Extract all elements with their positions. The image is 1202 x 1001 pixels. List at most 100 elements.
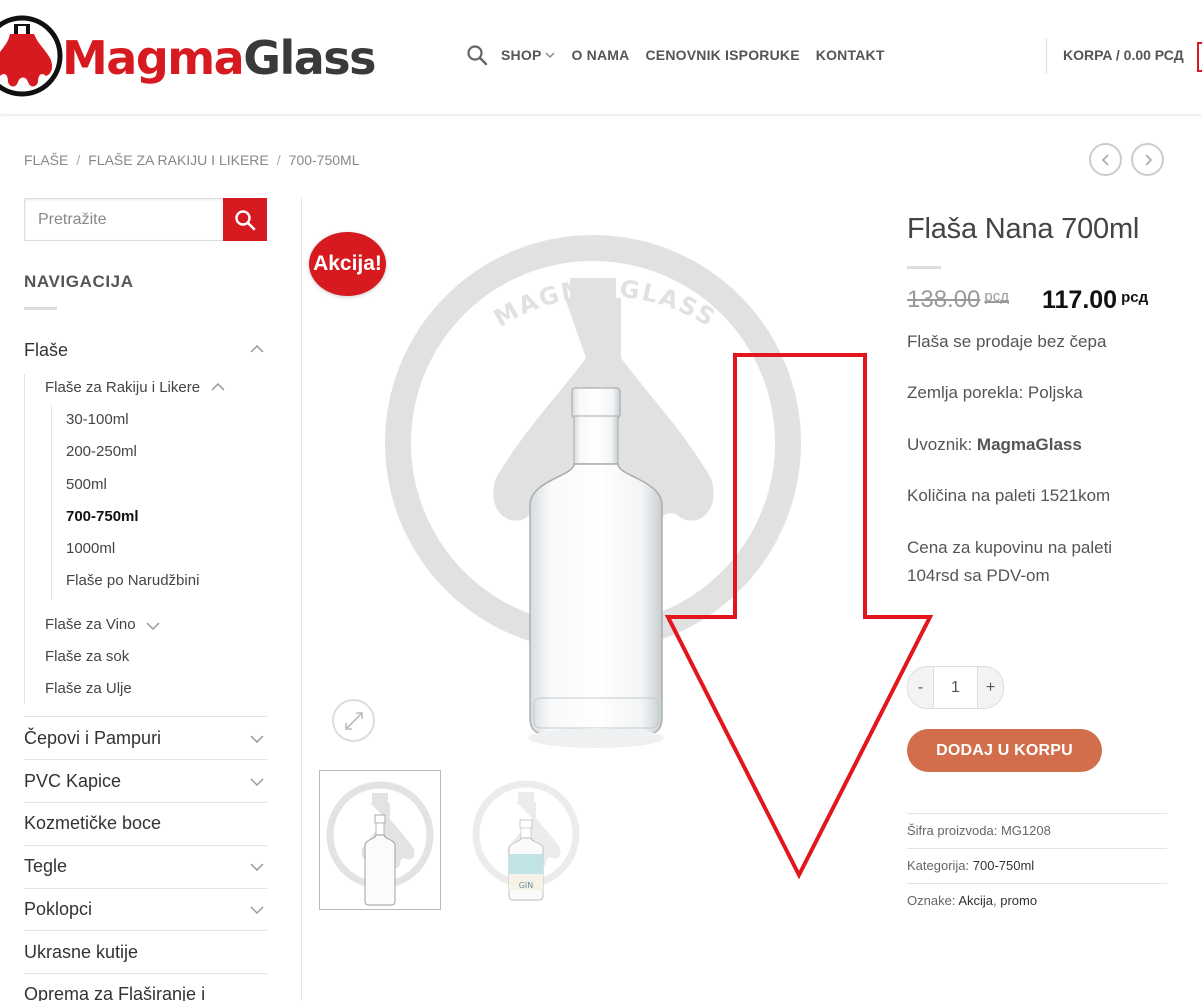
divider [24, 973, 267, 974]
sku-value: MG1208 [1000, 823, 1051, 838]
desc-origin: Zemlja porekla: Poljska [907, 383, 1083, 402]
desc-no-cap: Flaša se prodaje bez čepa [907, 332, 1107, 351]
sidebar-item-vino[interactable]: Flaše za Vino [45, 616, 136, 633]
search-icon [235, 209, 256, 230]
search-button[interactable] [223, 198, 267, 241]
sidebar-item-30-100ml[interactable]: 30-100ml [66, 411, 129, 428]
quantity-stepper: - + [907, 666, 1004, 709]
search-input[interactable] [24, 198, 223, 241]
divider [907, 848, 1167, 849]
bottle-thumbnail-image [326, 781, 434, 906]
sidebar-item-flase[interactable]: Flaše [24, 340, 68, 361]
category-label: Kategorija: [907, 858, 973, 873]
product-sku: Šifra proizvoda: MG1208 [907, 823, 1051, 838]
sidebar-item-custom-bottles[interactable]: Flaše po Narudžbini [66, 572, 199, 589]
breadcrumb-rakija[interactable]: FLAŠE ZA RAKIJU I LIKERE [88, 152, 269, 168]
tag-link-akcija[interactable]: Akcija [958, 893, 993, 908]
submenu-line [51, 405, 52, 600]
desc-pallet-qty: Količina na paleti 1521kom [907, 486, 1111, 505]
sidebar-item-rakija[interactable]: Flaše za Rakiju i Likere [45, 379, 200, 396]
logo-text-magma: Magma [62, 31, 245, 85]
sidebar-item-kutije[interactable]: Ukrasne kutije [24, 942, 138, 963]
sidebar-item-ulje[interactable]: Flaše za Ulje [45, 680, 132, 697]
breadcrumb-current[interactable]: 700-750ML [289, 152, 360, 168]
tags-label: Oznake: [907, 893, 959, 908]
chevron-right-icon [1144, 153, 1152, 166]
product-main-image[interactable]: MAGMA GLASS [320, 198, 865, 758]
sidebar-item-poklopci[interactable]: Poklopci [24, 899, 92, 920]
search-icon[interactable] [466, 44, 488, 66]
old-price-value: 138.00 [907, 286, 981, 313]
quantity-minus-button[interactable]: - [908, 667, 933, 708]
quantity-input[interactable] [933, 667, 978, 708]
divider [24, 759, 267, 760]
sidebar-item-pvc[interactable]: PVC Kapice [24, 771, 121, 792]
sidebar-item-500ml[interactable]: 500ml [66, 476, 107, 493]
sale-price: 117.00 рсд [1042, 286, 1148, 315]
nav-shop-label: SHOP [501, 47, 542, 63]
cart-count-icon[interactable] [1197, 42, 1202, 72]
gin-label-text: GIN [519, 881, 534, 890]
sidebar-item-kozmeticke[interactable]: Kozmetičke boce [24, 813, 161, 834]
chevron-down-icon[interactable] [146, 621, 160, 631]
divider [907, 883, 1167, 884]
nav-about[interactable]: O NAMA [571, 47, 629, 63]
divider [24, 802, 267, 803]
expand-icon [344, 711, 363, 730]
site-logo[interactable]: MagmaGlass [0, 4, 377, 108]
sale-badge: Akcija! [309, 232, 386, 296]
chevron-down-icon [545, 52, 555, 58]
sidebar-item-1000ml[interactable]: 1000ml [66, 540, 115, 557]
divider [24, 845, 267, 846]
old-price-currency: рсд [984, 288, 1010, 305]
sku-label: Šifra proizvoda: [907, 823, 1001, 838]
importer-value: MagmaGlass [976, 435, 1082, 454]
sidebar-item-oprema[interactable]: Oprema za Flaširanje i [24, 984, 205, 1001]
chevron-down-icon[interactable] [250, 862, 264, 872]
quantity-plus-button[interactable]: + [978, 667, 1003, 708]
cart-link[interactable]: KORPA / 0.00 РСД [1063, 47, 1184, 63]
sidebar-item-cepovi[interactable]: Čepovi i Pampuri [24, 728, 161, 749]
desc-importer: Uvoznik: MagmaGlass [907, 431, 1082, 459]
sidebar-item-700-750ml[interactable]: 700-750ml [66, 508, 139, 525]
chevron-down-icon[interactable] [250, 777, 264, 787]
gin-bottle-thumbnail-image: GIN [472, 780, 580, 901]
breadcrumb-separator: / [276, 152, 281, 168]
chevron-down-icon[interactable] [250, 905, 264, 915]
title-underline [907, 266, 941, 269]
next-product-button[interactable] [1131, 143, 1164, 176]
tag-link-promo[interactable]: promo [1000, 893, 1037, 908]
product-category: Kategorija: 700-750ml [907, 858, 1034, 873]
sidebar-search [24, 198, 267, 241]
sale-price-value: 117.00 [1042, 286, 1118, 314]
product-thumbnail-2[interactable]: GIN [466, 770, 588, 910]
breadcrumb: FLAŠE / FLAŠE ZA RAKIJU I LIKERE / 700-7… [24, 152, 359, 168]
sidebar-divider [301, 198, 302, 1001]
chevron-down-icon[interactable] [250, 734, 264, 744]
divider [24, 716, 267, 717]
chevron-up-icon[interactable] [211, 382, 225, 392]
nav-contact[interactable]: KONTAKT [816, 47, 885, 63]
chevron-up-icon[interactable] [250, 344, 264, 354]
divider [24, 888, 267, 889]
importer-label: Uvoznik: [907, 435, 977, 454]
magma-logo-icon [0, 15, 63, 97]
sidebar-item-sok[interactable]: Flaše za sok [45, 648, 129, 665]
zoom-button[interactable] [332, 699, 375, 742]
product-thumbnail-1[interactable] [319, 770, 441, 910]
category-link[interactable]: 700-750ml [973, 858, 1034, 873]
nav-shipping-prices[interactable]: CENOVNIK ISPORUKE [645, 47, 799, 63]
sidebar-item-200-250ml[interactable]: 200-250ml [66, 443, 137, 460]
product-title: Flaša Nana 700ml [907, 213, 1140, 245]
add-to-cart-button[interactable]: DODAJ U KORPU [907, 729, 1102, 772]
breadcrumb-flase[interactable]: FLAŠE [24, 152, 68, 168]
site-header: MagmaGlass SHOP O NAMA CENOVNIK ISPORUKE… [0, 0, 1202, 114]
divider [24, 930, 267, 931]
sale-price-currency: рсд [1121, 289, 1149, 306]
main-nav: SHOP O NAMA CENOVNIK ISPORUKE KONTAKT [466, 44, 901, 66]
prev-product-button[interactable] [1089, 143, 1122, 176]
nav-shop[interactable]: SHOP [501, 47, 555, 63]
chevron-left-icon [1101, 153, 1109, 166]
sidebar-item-tegle[interactable]: Tegle [24, 856, 67, 877]
bottle-image: MAGMA GLASS [385, 235, 801, 748]
